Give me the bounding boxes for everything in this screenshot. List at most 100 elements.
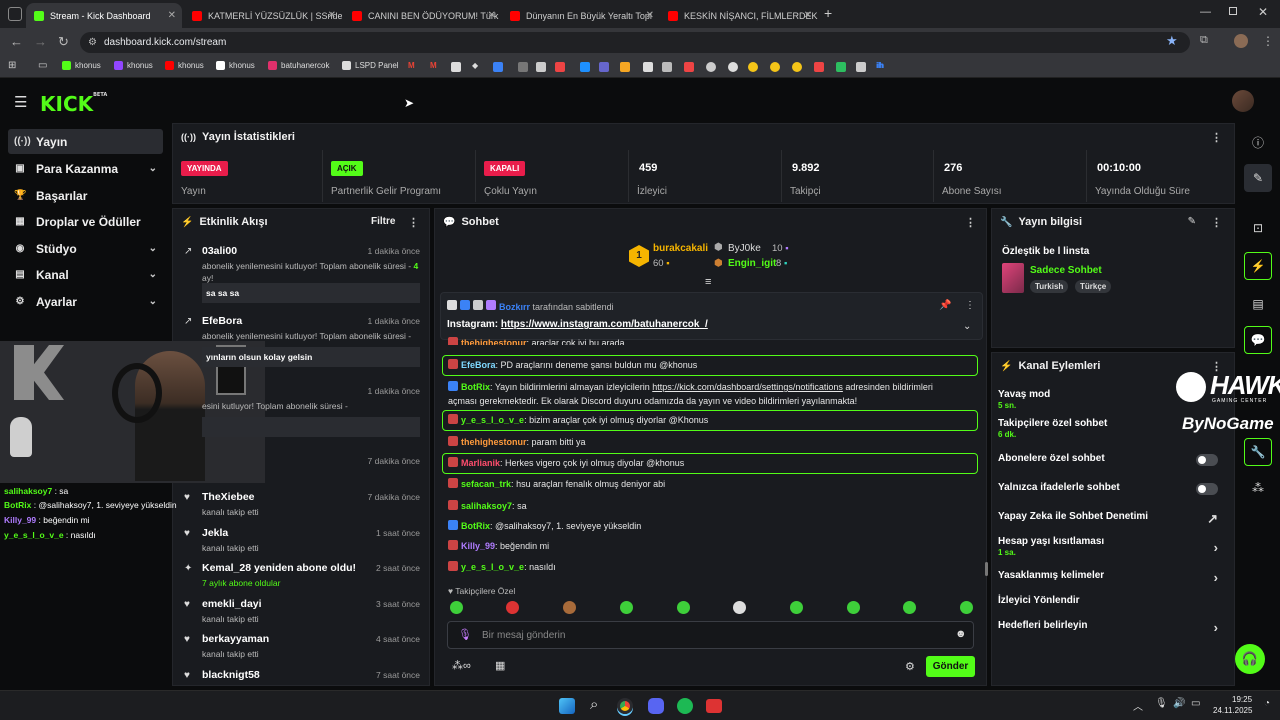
channel-action-item[interactable]: Hedefleri belirleyin ›: [998, 620, 1228, 635]
bookmark-x[interactable]: khonus: [216, 61, 255, 70]
bookmark-instagram[interactable]: batuhanercok: [268, 61, 329, 70]
mic-tray-icon[interactable]: 🎙: [1155, 698, 1168, 709]
bookmark-shortcut-icon[interactable]: [770, 62, 780, 72]
back-icon[interactable]: ←: [10, 34, 23, 49]
points-icon[interactable]: ⁂: [1244, 474, 1272, 502]
sidebar-item-1[interactable]: ▣ Para Kazanma ⌄: [8, 156, 163, 181]
chat-username[interactable]: y_e_s_l_o_v_e: [461, 562, 524, 572]
arrow-icon[interactable]: ›: [1214, 540, 1218, 555]
window-minimize-icon[interactable]: —: [1200, 6, 1211, 18]
top1-name[interactable]: burakcakali: [653, 243, 708, 254]
tab-youtube-3[interactable]: Dünyanın En Büyük Yeraltı Topl ✕: [502, 3, 660, 28]
chat-username[interactable]: thehighestonur: [461, 437, 527, 447]
user-avatar[interactable]: [1232, 90, 1254, 112]
bookmark-shortcut-icon[interactable]: [643, 62, 653, 72]
chevron-down-icon[interactable]: ⌄: [149, 243, 157, 254]
arrow-icon[interactable]: ↗: [1207, 511, 1218, 527]
expand-leaderboard-icon[interactable]: ≡: [705, 276, 711, 288]
bookmark-shortcut-icon[interactable]: [493, 62, 503, 72]
clock-date[interactable]: 24.11.2025: [1213, 706, 1252, 715]
chat-username[interactable]: BotRix: [461, 521, 490, 531]
send-button[interactable]: Gönder: [926, 656, 975, 677]
channel-points-icon[interactable]: ⁂∞: [452, 659, 471, 672]
kick-logo[interactable]: KICKBETA: [40, 92, 107, 116]
close-tab-icon[interactable]: ✕: [488, 10, 496, 21]
chevron-down-icon[interactable]: ⌄: [149, 296, 157, 307]
activity-menu-icon[interactable]: ⋮: [408, 216, 419, 229]
notes-icon[interactable]: ▤: [1244, 290, 1272, 318]
pinned-link[interactable]: https://www.instagram.com/batuhanercok_/: [501, 319, 708, 330]
channel-action-item[interactable]: Yalnızca ifadelerle sohbet: [998, 482, 1228, 495]
tools-icon[interactable]: 🔧: [1244, 438, 1272, 466]
stream-info-menu-icon[interactable]: ⋮: [1211, 216, 1222, 229]
reload-icon[interactable]: ↻: [58, 34, 69, 50]
edit-layout-icon[interactable]: ✎: [1244, 164, 1272, 192]
chat-settings-icon[interactable]: ⚙: [905, 660, 915, 673]
close-tab-icon[interactable]: ✕: [328, 10, 336, 21]
bookmark-shortcut-icon[interactable]: [792, 62, 802, 72]
bookmark-shortcut-icon[interactable]: [555, 62, 565, 72]
bookmark-shortcut-icon[interactable]: [748, 62, 758, 72]
bookmark-lspd[interactable]: LSPD Panel: [342, 61, 399, 70]
network-icon[interactable]: ▭: [1191, 698, 1200, 709]
sidebar-item-2[interactable]: 🏆 Başarılar: [8, 183, 163, 208]
tab-youtube-4[interactable]: KESKİN NİŞANCI, FİLMLERDEKİ ✕: [660, 3, 818, 28]
emote-icon[interactable]: [903, 601, 916, 614]
address-input[interactable]: ⚙ dashboard.kick.com/stream: [80, 32, 1190, 53]
site-info-icon[interactable]: ⚙: [88, 32, 97, 53]
tab-youtube-2[interactable]: CANINI BEN ÖDÜYORUM! Türk ✕: [344, 3, 502, 28]
screen-capture-icon[interactable]: ⊡: [1244, 214, 1272, 242]
apps-grid-icon[interactable]: ⊞: [8, 60, 16, 71]
gmail-icon[interactable]: M: [408, 61, 415, 70]
clock-time[interactable]: 19:25: [1232, 695, 1252, 704]
bookmark-shortcut-icon[interactable]: [662, 62, 672, 72]
chat-username[interactable]: EfeBora: [461, 360, 496, 370]
bookmark-shortcut-icon[interactable]: [814, 62, 824, 72]
bookmark-shortcut-icon[interactable]: [836, 62, 846, 72]
arrow-icon[interactable]: ›: [1214, 620, 1218, 635]
top3-name[interactable]: Engin_igit: [728, 258, 776, 269]
windows-start-icon[interactable]: [559, 698, 575, 714]
top2-name[interactable]: ByJ0ke: [728, 243, 761, 254]
edit-info-icon[interactable]: ✎: [1188, 216, 1196, 227]
bookmark-shortcut-icon[interactable]: [728, 62, 738, 72]
sidebar-item-6[interactable]: ⚙ Ayarlar ⌄: [8, 289, 163, 314]
filter-button[interactable]: Filtre: [371, 216, 395, 227]
window-close-icon[interactable]: ✕: [1258, 5, 1268, 19]
emote-icon[interactable]: [506, 601, 519, 614]
store-icon[interactable]: ▦: [495, 659, 505, 672]
emote-icon[interactable]: [733, 601, 746, 614]
chat-username[interactable]: y_e_s_l_o_v_e: [461, 415, 524, 425]
forward-icon[interactable]: →: [34, 34, 47, 49]
tray-chevron-icon[interactable]: ︿: [1133, 698, 1143, 713]
bookmark-star-icon[interactable]: ★: [1166, 33, 1178, 49]
emote-icon[interactable]: [960, 601, 973, 614]
emote-icon[interactable]: [677, 601, 690, 614]
stats-menu-icon[interactable]: ⋮: [1211, 131, 1222, 144]
arrow-icon[interactable]: ›: [1214, 570, 1218, 585]
chat-username[interactable]: thehighestonur: [461, 338, 527, 346]
tab-youtube-1[interactable]: KATMERLİ YÜZSÜZLÜK | SSride ✕: [184, 3, 342, 28]
emote-icon[interactable]: [847, 601, 860, 614]
bookmark-shortcut-icon[interactable]: [580, 62, 590, 72]
extensions-icon[interactable]: ⧉: [1200, 34, 1208, 47]
activity-user[interactable]: Jekla: [202, 527, 228, 539]
chat-username[interactable]: Killy_99: [461, 541, 495, 551]
chat-menu-icon[interactable]: ⋮: [965, 216, 976, 229]
emoji-icon[interactable]: ☻: [955, 628, 967, 640]
category-name[interactable]: Sadece Sohbet: [1030, 265, 1102, 276]
window-restore-icon[interactable]: [1229, 7, 1237, 15]
sidebar-item-0[interactable]: ((·)) Yayın: [8, 129, 163, 154]
chat-scrollbar[interactable]: [985, 562, 988, 576]
channel-action-item[interactable]: Yavaş mod 5 sn.: [998, 389, 1228, 410]
folder-icon[interactable]: ▭: [38, 60, 47, 71]
tab-kick-dashboard[interactable]: Stream - Kick Dashboard ✕: [26, 3, 182, 28]
channel-action-item[interactable]: Abonelere özel sohbet: [998, 453, 1228, 466]
chat-username[interactable]: sefacan_trk: [461, 479, 511, 489]
chevron-down-icon[interactable]: ⌄: [149, 163, 157, 174]
bookmark-youtube[interactable]: khonus: [165, 61, 204, 70]
toggle-switch[interactable]: [1196, 454, 1218, 466]
sidebar-item-3[interactable]: ▦ Droplar ve Ödüller: [8, 209, 163, 234]
channel-action-item[interactable]: Takipçilere özel sohbet 6 dk.: [998, 418, 1228, 439]
hamburger-menu-icon[interactable]: ☰: [14, 93, 27, 111]
